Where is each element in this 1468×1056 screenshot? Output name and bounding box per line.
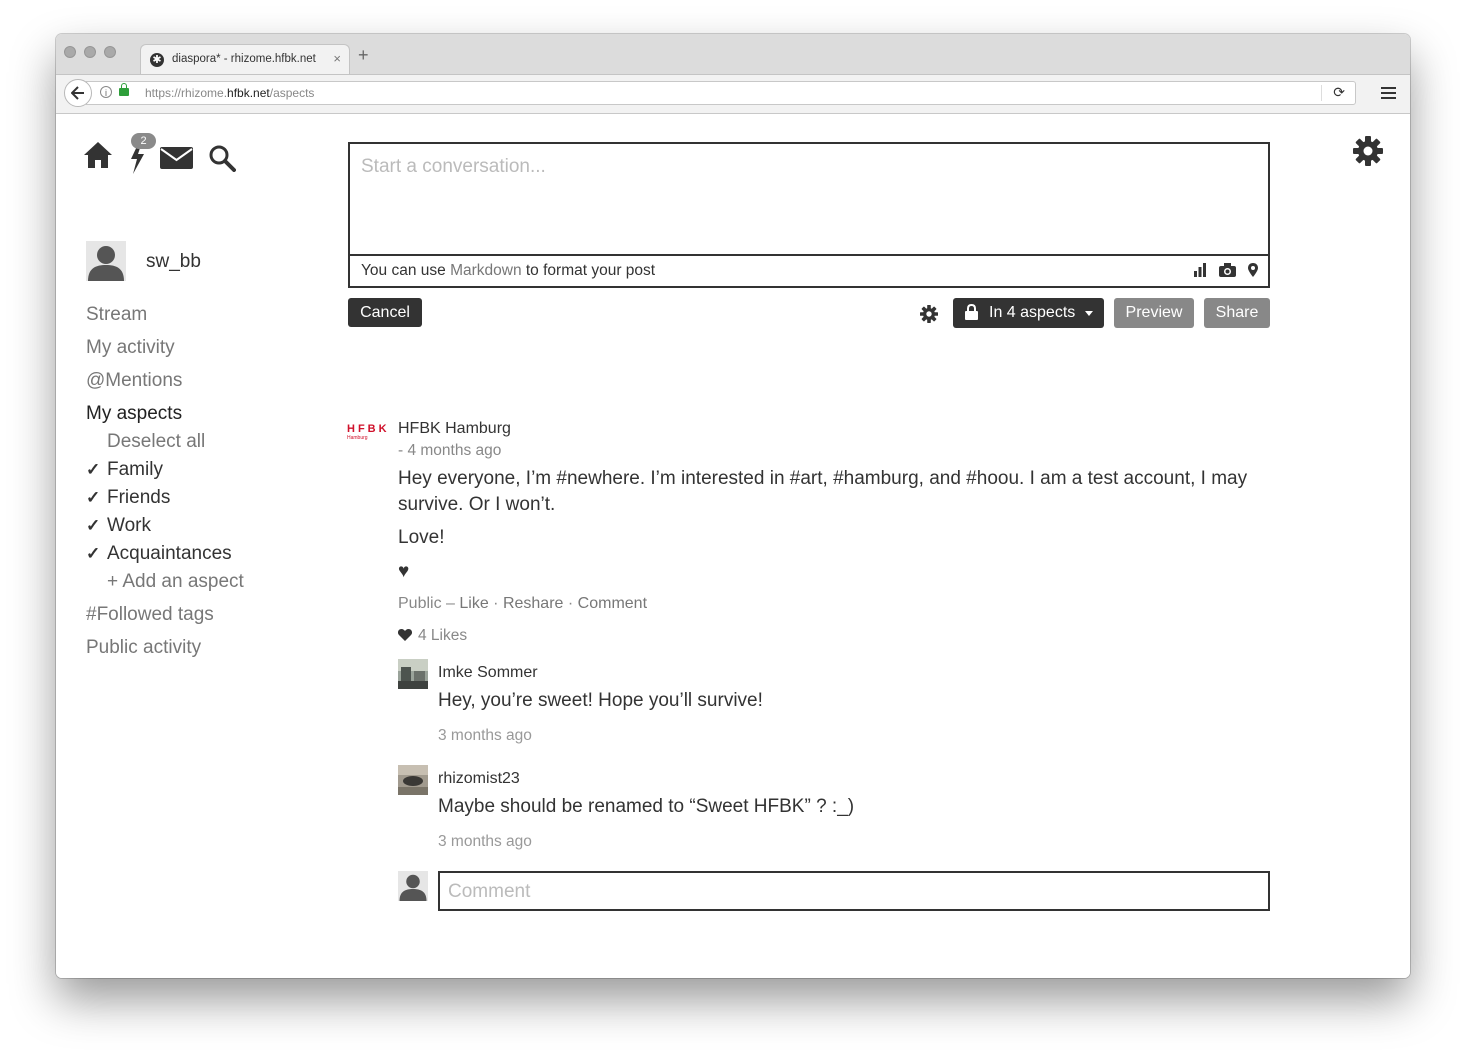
hamburger-menu-icon[interactable] [1381, 87, 1396, 102]
comment-avatar[interactable] [398, 765, 428, 795]
post-timestamp[interactable]: - 4 months ago [398, 442, 501, 460]
markdown-hint: You can use Markdown to format your post [361, 262, 656, 279]
publisher-footer: You can use Markdown to format your post [350, 254, 1268, 286]
url-separator [1321, 85, 1322, 101]
comment-input[interactable]: Comment [438, 871, 1270, 911]
default-avatar-icon [88, 246, 124, 281]
lock-icon [119, 83, 129, 96]
check-icon: ✓ [86, 488, 101, 507]
cancel-button[interactable]: Cancel [348, 298, 422, 327]
post-text: Hey everyone, I’m #newhere. I’m interest… [398, 468, 1248, 515]
arrow-left-icon [70, 86, 84, 100]
info-icon[interactable]: i [100, 86, 112, 98]
browser-window: ✱ diaspora* - rhizome.hfbk.net × + i htt… [56, 34, 1410, 978]
aspect-work[interactable]: ✓ Work [86, 515, 151, 537]
aspect-family[interactable]: ✓ Family [86, 459, 163, 481]
heart-icon [397, 629, 413, 641]
comment-author[interactable]: Imke Sommer [438, 664, 538, 682]
aspect-friends[interactable]: ✓ Friends [86, 487, 170, 509]
caret-down-icon [1085, 311, 1093, 316]
mail-icon[interactable] [160, 147, 193, 169]
browser-tab[interactable]: ✱ diaspora* - rhizome.hfbk.net × [140, 44, 350, 74]
preview-button[interactable]: Preview [1114, 298, 1194, 328]
comment-placeholder[interactable]: Comment [448, 881, 530, 903]
notification-badge[interactable]: 2 [131, 133, 156, 149]
like-link[interactable]: Like [459, 595, 488, 612]
publisher-placeholder[interactable]: Start a conversation... [361, 156, 546, 178]
aspects-dropdown[interactable]: In 4 aspects [953, 298, 1104, 328]
post-text-heart: ♥ [398, 561, 410, 582]
photo-avatar-icon [398, 659, 428, 689]
sidebar-item-my-activity[interactable]: My activity [86, 337, 175, 359]
close-tab-icon[interactable]: × [333, 51, 341, 66]
tab-title: diaspora* - rhizome.hfbk.net [172, 53, 316, 65]
comment-author[interactable]: rhizomist23 [438, 770, 520, 788]
post-publisher[interactable]: Start a conversation... You can use Mark… [348, 142, 1270, 288]
add-aspect-link[interactable]: + Add an aspect [107, 571, 244, 593]
check-icon: ✓ [86, 516, 101, 535]
gear-icon[interactable] [1353, 136, 1383, 166]
photo-avatar-icon [398, 765, 428, 795]
sidebar-item-followed-tags[interactable]: #Followed tags [86, 604, 214, 626]
username[interactable]: sw_bb [146, 251, 201, 273]
address-bar[interactable]: i https://rhizome.hfbk.net/aspects ⟳ [86, 81, 1356, 105]
minimize-window-button[interactable] [84, 46, 96, 58]
aspect-acquaintances[interactable]: ✓ Acquaintances [86, 543, 232, 565]
avatar[interactable] [86, 241, 126, 281]
comment-link[interactable]: Comment [578, 595, 647, 612]
post-text-love: Love! [398, 527, 445, 548]
visibility-label: Public [398, 595, 442, 612]
sidebar-item-stream[interactable]: Stream [86, 304, 147, 326]
tab-bar: ✱ diaspora* - rhizome.hfbk.net × + [56, 34, 1410, 75]
comment-avatar[interactable] [398, 659, 428, 689]
location-pin-icon[interactable] [1248, 263, 1258, 277]
post-author[interactable]: HFBK Hamburg [398, 420, 511, 438]
new-tab-button[interactable]: + [358, 46, 369, 64]
own-avatar[interactable] [398, 871, 428, 901]
share-button[interactable]: Share [1204, 298, 1270, 328]
maximize-window-button[interactable] [104, 46, 116, 58]
comment-timestamp[interactable]: 3 months ago [438, 727, 532, 745]
poll-icon[interactable] [1193, 263, 1207, 277]
post-actions: Public – Like · Reshare · Comment [398, 595, 648, 612]
publisher-settings-gear-icon[interactable] [920, 305, 938, 323]
home-icon[interactable] [83, 141, 113, 169]
reshare-link[interactable]: Reshare [503, 595, 563, 612]
deselect-all-link[interactable]: Deselect all [107, 431, 205, 453]
reload-icon[interactable]: ⟳ [1333, 84, 1345, 101]
page-content: 2 sw_bb Stream My activity @Mentions My … [56, 114, 1410, 978]
likes-count[interactable]: 4 Likes [397, 627, 467, 645]
close-window-button[interactable] [64, 46, 76, 58]
comment-text: Maybe should be renamed to “Sweet HFBK” … [438, 796, 855, 817]
navigation-bar: i https://rhizome.hfbk.net/aspects ⟳ [56, 75, 1410, 114]
sidebar-item-mentions[interactable]: @Mentions [86, 370, 182, 392]
aspects-dropdown-label: In 4 aspects [989, 304, 1076, 321]
search-icon[interactable] [208, 144, 236, 172]
default-avatar-icon [398, 871, 428, 901]
back-button[interactable] [64, 79, 92, 107]
url-text[interactable]: https://rhizome.hfbk.net/aspects [145, 86, 314, 100]
camera-icon[interactable] [1219, 263, 1236, 277]
check-icon: ✓ [86, 460, 101, 479]
lock-icon [965, 304, 978, 320]
hfbk-logo[interactable]: HFBK Hamburg [347, 424, 391, 444]
sidebar-item-public-activity[interactable]: Public activity [86, 637, 201, 659]
comment-timestamp[interactable]: 3 months ago [438, 833, 532, 851]
sidebar-item-my-aspects[interactable]: My aspects [86, 403, 182, 425]
check-icon: ✓ [86, 544, 101, 563]
markdown-link[interactable]: Markdown [450, 262, 522, 279]
diaspora-favicon-icon: ✱ [150, 53, 164, 67]
comment-text: Hey, you’re sweet! Hope you’ll survive! [438, 690, 763, 711]
